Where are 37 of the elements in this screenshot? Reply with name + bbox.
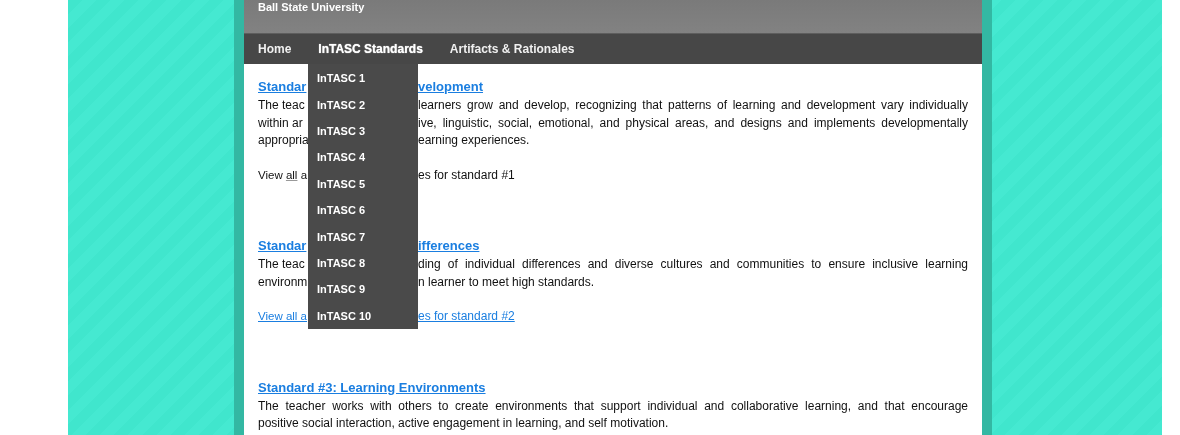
view-artifacts-link[interactable]: View all a <box>258 310 307 322</box>
menu-item[interactable]: InTASC 8 <box>308 249 418 277</box>
menu-item[interactable]: InTASC 6 <box>308 197 418 224</box>
standard-title-link[interactable]: velopment <box>418 79 483 94</box>
paragraph-text: appropria <box>258 132 308 149</box>
nav-link[interactable]: InTASC Standards <box>318 42 423 56</box>
menu-item[interactable]: InTASC 1 <box>308 65 418 92</box>
menu-item[interactable]: InTASC 3 <box>308 117 418 145</box>
all-link[interactable]: all <box>285 168 298 181</box>
standard-title-link[interactable]: Standar <box>258 238 307 253</box>
paragraph-text: ding of individual differences and diverse cultures and communities to ensure inclusive learning <box>418 256 968 273</box>
menu-item[interactable]: InTASC 2 <box>308 91 418 118</box>
nav-link[interactable]: Artifacts & Rationales <box>449 42 575 56</box>
paragraph-text: earning experiences. <box>418 132 531 149</box>
view-text: es for standard #1 <box>418 166 516 184</box>
paragraph-text: within ar <box>258 114 304 132</box>
menu-item[interactable]: InTASC 4 <box>308 144 418 171</box>
menu-item[interactable]: InTASC 10 <box>308 302 418 330</box>
paragraph-text: The teac <box>258 256 306 273</box>
paragraph-text: ive, linguistic, social, emotional, and physical areas, and designs and implements developmentally <box>418 114 968 132</box>
paragraph-text: learners grow and develop, recognizing that patterns of learning and development vary individually <box>418 97 968 114</box>
menu-item[interactable]: InTASC 9 <box>308 276 418 303</box>
paragraph-text: The teac <box>258 97 306 114</box>
menu-item[interactable]: InTASC 5 <box>308 170 418 198</box>
nav-link[interactable]: Home <box>258 42 292 56</box>
paragraph-text: environm <box>258 273 308 291</box>
menu-item[interactable]: InTASC 7 <box>308 223 418 250</box>
paragraph-text: The teacher works with others to create environments that support individual and collaborative learning, and that encourage <box>258 397 968 415</box>
site-title: Ball State University <box>258 1 365 13</box>
standard-title-link[interactable]: Standar <box>258 79 307 94</box>
view-text: View <box>258 168 284 181</box>
standard-title-link[interactable]: ifferences <box>418 238 480 253</box>
paragraph-text: positive social interaction, active engagement in learning, and self motivation. <box>258 415 670 432</box>
standard-title-link[interactable]: Standard #3: Learning Environments <box>258 379 486 395</box>
view-text: a <box>299 168 308 181</box>
view-artifacts-link[interactable]: es for standard #2 <box>418 309 515 323</box>
paragraph-text: n learner to meet high standards. <box>418 273 596 291</box>
